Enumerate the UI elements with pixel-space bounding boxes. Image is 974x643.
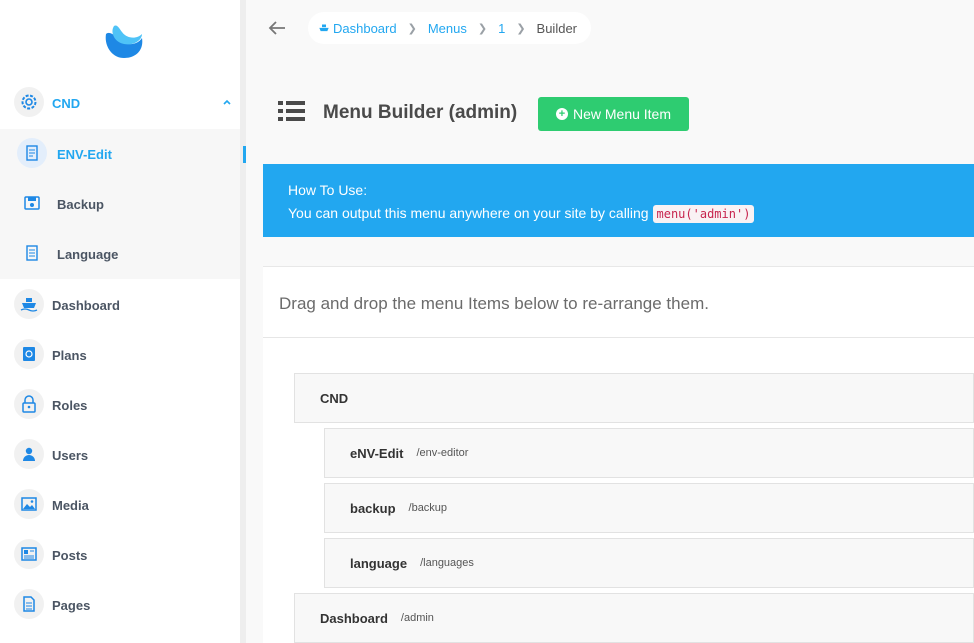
- alert-body: You can output this menu anywhere on you…: [288, 205, 974, 223]
- breadcrumb: Dashboard ❯ Menus ❯ 1 ❯ Builder: [308, 12, 591, 44]
- calendar-icon: [14, 339, 44, 369]
- sidebar-scroll-thumb[interactable]: [243, 146, 246, 163]
- settings-icon: [14, 87, 44, 117]
- chevron-right-icon: ❯: [407, 22, 417, 35]
- sidebar-item-label: Dashboard: [52, 297, 120, 313]
- chevron-right-icon: ❯: [477, 22, 488, 35]
- menu-item-title: eNV-Edit: [350, 445, 404, 461]
- sidebar-item-plans[interactable]: Plans: [0, 330, 240, 380]
- page-title: Menu Builder (admin): [323, 102, 518, 123]
- breadcrumb-current: Builder: [536, 20, 577, 36]
- back-arrow-icon[interactable]: [266, 18, 288, 38]
- sidebar-item-label: Plans: [52, 347, 87, 363]
- sidebar-item-label: Posts: [52, 547, 88, 563]
- sidebar-item-label: Media: [52, 497, 89, 513]
- sidebar-item-pages[interactable]: Pages: [0, 580, 240, 630]
- document-edit-icon: [17, 138, 47, 168]
- menu-item-env-edit[interactable]: eNV-Edit /env-editor: [324, 428, 974, 478]
- sidebar-item-backup[interactable]: Backup: [0, 179, 240, 229]
- drag-instruction: Drag and drop the menu Items below to re…: [279, 294, 709, 313]
- alert-title: How To Use:: [288, 182, 368, 198]
- menu-item-url: /languages: [420, 557, 474, 569]
- boat-icon: [319, 24, 329, 31]
- how-to-use-alert: How To Use: You can output this menu any…: [263, 164, 974, 237]
- news-icon: [14, 539, 44, 569]
- menu-item-title: backup: [350, 500, 396, 516]
- plus-circle-icon: +: [555, 108, 568, 120]
- menu-item-url: /env-editor: [416, 447, 469, 459]
- lock-icon: [14, 389, 44, 419]
- logo: [105, 25, 143, 58]
- sidebar-scrollbar[interactable]: [240, 0, 246, 643]
- sidebar-item-label: Roles: [52, 397, 88, 413]
- new-menu-item-button[interactable]: + New Menu Item: [538, 97, 689, 131]
- sidebar-item-label: Users: [52, 447, 89, 463]
- menu-item-cnd[interactable]: CND: [294, 373, 974, 423]
- menu-item-title: CND: [320, 390, 349, 406]
- backup-icon: [17, 188, 47, 218]
- sidebar-item-label: Pages: [52, 597, 91, 613]
- sidebar: CND ENV-Edit Backup Language Dashboard P…: [0, 0, 240, 643]
- new-menu-item-label: New Menu Item: [572, 106, 672, 122]
- person-icon: [14, 439, 44, 469]
- menu-item-dashboard[interactable]: Dashboard /admin: [294, 593, 974, 643]
- sidebar-item-label: Language: [57, 246, 119, 262]
- breadcrumb-menus[interactable]: Menus: [428, 21, 467, 36]
- file-text-icon: [14, 589, 44, 619]
- menu-item-language[interactable]: language /languages: [324, 538, 974, 588]
- breadcrumb-menu-id[interactable]: 1: [498, 21, 505, 36]
- breadcrumb-dashboard[interactable]: Dashboard: [318, 21, 397, 36]
- sidebar-item-label: CND: [52, 95, 81, 111]
- sidebar-item-users[interactable]: Users: [0, 430, 240, 480]
- menu-item-title: language: [350, 555, 408, 571]
- sidebar-item-label: Backup: [57, 196, 104, 212]
- alert-text: You can output this menu anywhere on you…: [288, 205, 649, 221]
- menu-builder-panel: Drag and drop the menu Items below to re…: [263, 266, 974, 643]
- menu-item-url: /backup: [408, 502, 448, 514]
- document-icon: [17, 238, 47, 268]
- sidebar-item-roles[interactable]: Roles: [0, 380, 240, 430]
- sidebar-item-env-edit[interactable]: ENV-Edit: [0, 129, 240, 179]
- sidebar-item-language[interactable]: Language: [0, 229, 240, 279]
- menu-code-snippet: menu('admin'): [652, 205, 755, 223]
- sidebar-item-label: ENV-Edit: [57, 146, 112, 162]
- sidebar-item-cnd[interactable]: CND: [0, 78, 240, 128]
- menu-item-title: Dashboard: [320, 610, 388, 626]
- panel-heading: Drag and drop the menu Items below to re…: [263, 267, 974, 338]
- chevron-up-icon[interactable]: [222, 97, 232, 107]
- boat-icon: [14, 289, 44, 319]
- sidebar-item-posts[interactable]: Posts: [0, 530, 240, 580]
- list-icon: [278, 101, 305, 121]
- chevron-right-icon: ❯: [516, 22, 526, 35]
- images-icon: [14, 489, 44, 519]
- sidebar-item-media[interactable]: Media: [0, 480, 240, 530]
- menu-item-backup[interactable]: backup /backup: [324, 483, 974, 533]
- breadcrumb-label: Dashboard: [333, 20, 397, 36]
- menu-item-url: /admin: [400, 612, 434, 624]
- sidebar-item-dashboard[interactable]: Dashboard: [0, 280, 240, 330]
